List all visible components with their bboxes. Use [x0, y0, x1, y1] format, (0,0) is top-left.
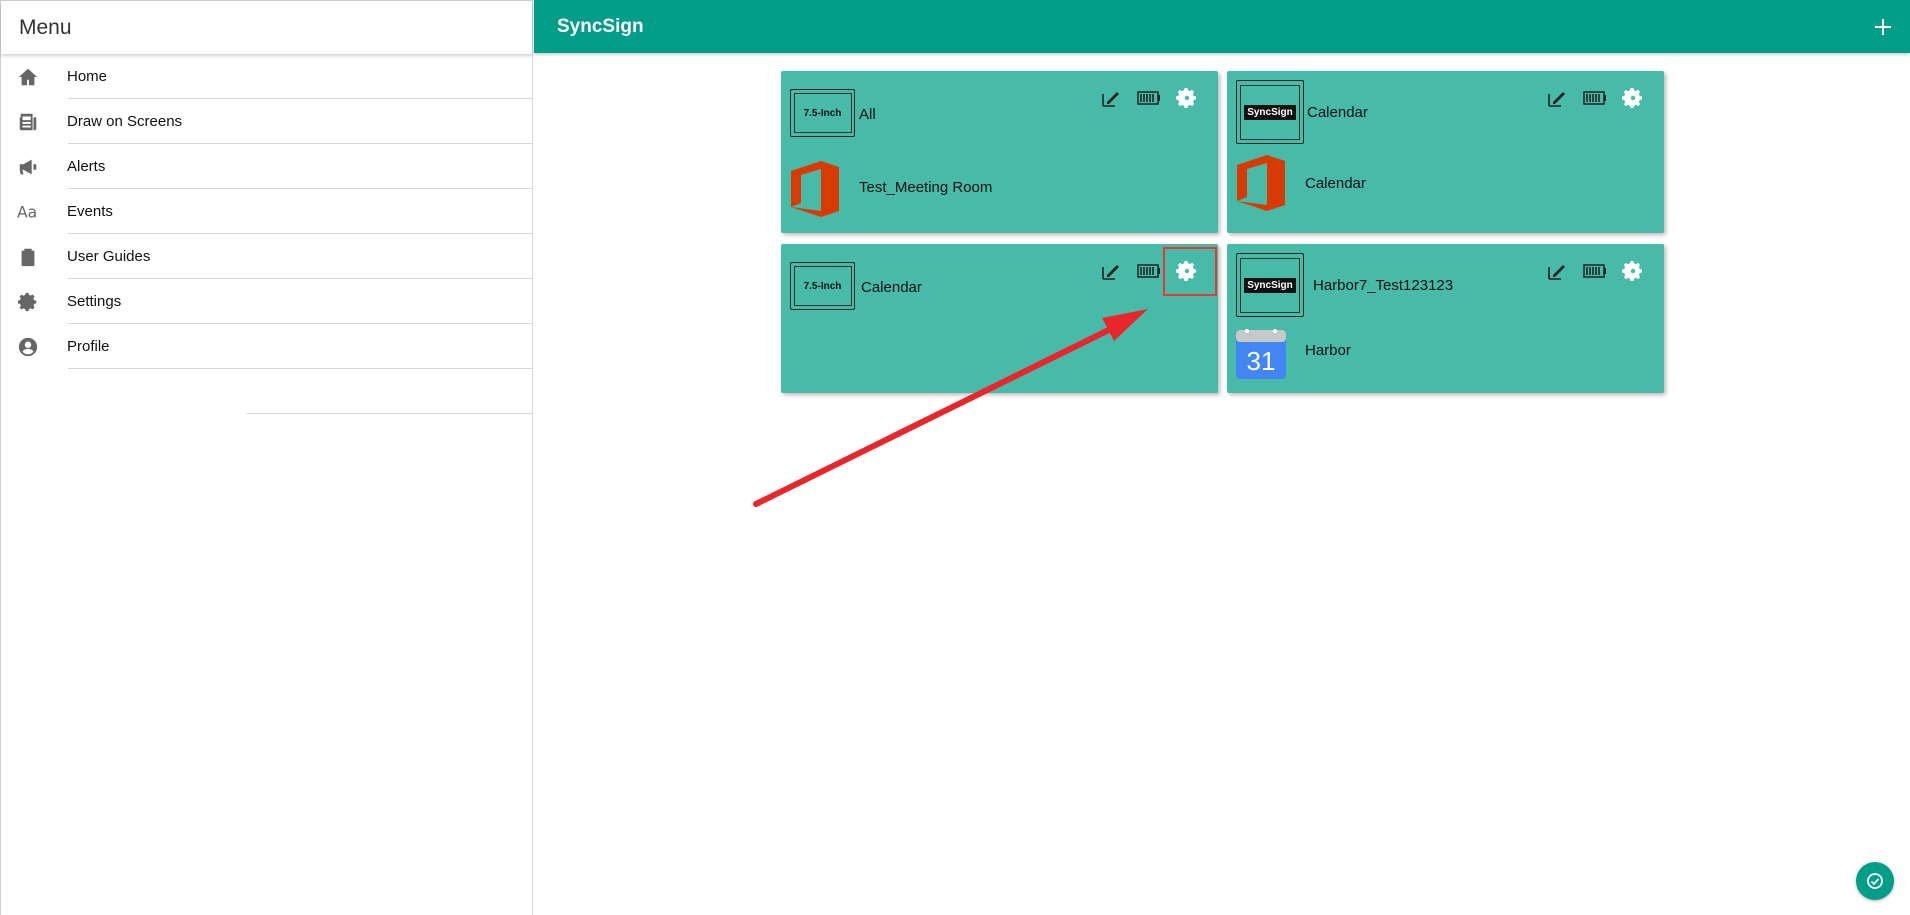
- battery-icon: [1137, 91, 1160, 105]
- edit-icon: [1548, 92, 1565, 107]
- add-button[interactable]: [1870, 13, 1896, 39]
- device-name: Calendar: [1307, 104, 1368, 121]
- card-actions: [1098, 258, 1200, 284]
- sidebar-nav: Home Draw on Screens Alerts Aa Events Us…: [1, 54, 532, 414]
- edit-button[interactable]: [1098, 258, 1124, 284]
- sidebar-item-label: Events: [67, 203, 113, 220]
- svg-text:Aa: Aa: [17, 203, 37, 221]
- edit-icon: [1102, 265, 1119, 280]
- edit-icon: [1548, 265, 1565, 280]
- device-card[interactable]: SyncSign Harbor7_Test123123 31 Harbor: [1227, 244, 1664, 393]
- gear-icon: [1176, 261, 1196, 281]
- device-name: Calendar: [861, 279, 922, 296]
- sidebar-item-label: Alerts: [67, 158, 106, 175]
- device-card[interactable]: 7.5-Inch All Test_Meeting Room: [781, 71, 1218, 233]
- app-header: SyncSign: [534, 0, 1910, 53]
- service-name: Test_Meeting Room: [859, 179, 993, 196]
- device-name: All: [859, 106, 876, 123]
- device-thumbnail: 7.5-Inch: [790, 262, 855, 310]
- device-size-label: 7.5-Inch: [793, 266, 852, 306]
- edit-button[interactable]: [1544, 258, 1570, 284]
- device-name: Harbor7_Test123123: [1313, 277, 1454, 294]
- sidebar: Menu Home Draw on Screens Alerts Aa Even…: [0, 0, 533, 915]
- app-title: SyncSign: [557, 15, 644, 37]
- sidebar-title: Menu: [1, 1, 532, 54]
- calendar-day: 31: [1247, 346, 1276, 376]
- sidebar-item-profile[interactable]: Profile: [1, 324, 532, 369]
- sidebar-item-home[interactable]: Home: [1, 54, 532, 99]
- check-circle-icon: [1867, 873, 1883, 889]
- edit-icon: [1102, 92, 1119, 107]
- settings-button[interactable]: [1620, 85, 1646, 111]
- gear-icon: [16, 290, 40, 314]
- device-brand-label: SyncSign: [1244, 277, 1296, 293]
- battery-icon: [1137, 264, 1160, 278]
- sidebar-item-label: Draw on Screens: [67, 113, 183, 130]
- device-brand-label: SyncSign: [1244, 104, 1296, 120]
- battery-button[interactable]: [1136, 258, 1162, 284]
- home-icon: [16, 65, 40, 89]
- device-card[interactable]: SyncSign Calendar Calendar: [1227, 71, 1664, 233]
- newspaper-icon: [16, 110, 40, 134]
- device-card[interactable]: 7.5-Inch Calendar: [781, 244, 1218, 393]
- gear-icon: [1622, 261, 1642, 281]
- office-icon: [1237, 155, 1285, 211]
- sidebar-item-settings[interactable]: Settings: [1, 279, 532, 324]
- device-thumbnail: SyncSign: [1236, 80, 1304, 144]
- edit-button[interactable]: [1098, 85, 1124, 111]
- settings-button[interactable]: [1620, 258, 1646, 284]
- settings-button[interactable]: [1174, 258, 1200, 284]
- battery-icon: [1583, 91, 1606, 105]
- sidebar-item-label: Settings: [67, 293, 122, 310]
- card-actions: [1544, 85, 1646, 111]
- sidebar-item-alerts[interactable]: Alerts: [1, 144, 532, 189]
- device-thumbnail: 7.5-Inch: [790, 89, 855, 137]
- sidebar-divider: [1, 369, 532, 414]
- megaphone-icon: [16, 155, 40, 179]
- office-icon: [791, 161, 839, 217]
- sidebar-item-user-guides[interactable]: User Guides: [1, 234, 532, 279]
- sidebar-item-label: User Guides: [67, 248, 151, 265]
- battery-button[interactable]: [1136, 85, 1162, 111]
- plus-icon: [1875, 19, 1891, 35]
- battery-button[interactable]: [1582, 258, 1608, 284]
- sidebar-item-label: Profile: [67, 338, 110, 355]
- google-calendar-icon: 31: [1236, 329, 1286, 379]
- user-circle-icon: [16, 335, 40, 359]
- gear-icon: [1622, 88, 1642, 108]
- edit-button[interactable]: [1544, 85, 1570, 111]
- sidebar-item-events[interactable]: Aa Events: [1, 189, 532, 234]
- device-size-label: 7.5-Inch: [793, 93, 852, 133]
- battery-button[interactable]: [1582, 85, 1608, 111]
- battery-icon: [1583, 264, 1606, 278]
- card-actions: [1544, 258, 1646, 284]
- device-thumbnail: SyncSign: [1236, 253, 1304, 317]
- font-icon: Aa: [16, 200, 40, 224]
- gear-icon: [1176, 88, 1196, 108]
- sidebar-item-label: Home: [67, 68, 108, 85]
- clipboard-icon: [16, 245, 40, 269]
- service-name: Calendar: [1305, 175, 1366, 192]
- sidebar-item-draw-on-screens[interactable]: Draw on Screens: [1, 99, 532, 144]
- service-name: Harbor: [1305, 342, 1351, 359]
- settings-button[interactable]: [1174, 85, 1200, 111]
- floating-action-button[interactable]: [1856, 862, 1894, 900]
- card-actions: [1098, 85, 1200, 111]
